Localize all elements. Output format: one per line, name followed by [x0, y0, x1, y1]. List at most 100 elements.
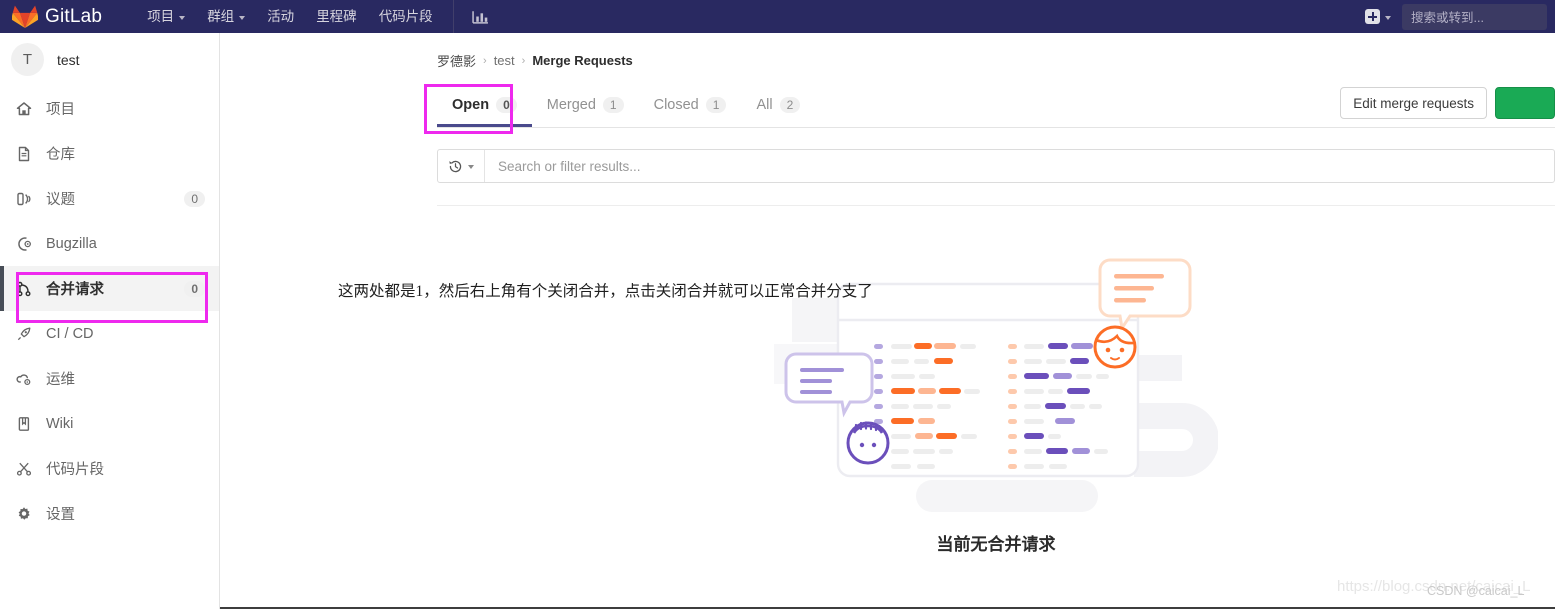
gitlab-fox-logo[interactable] — [12, 4, 38, 29]
sidebar-item-snippets[interactable]: 代码片段 — [0, 446, 219, 491]
scissors-icon — [14, 460, 33, 478]
main-content: 罗德影 › test › Merge Requests Open 0 Merge… — [220, 33, 1555, 609]
sidebar-item-label: 议题 — [46, 192, 75, 208]
tab-actions: Edit merge requests — [1340, 87, 1555, 127]
breadcrumb-project[interactable]: test — [494, 53, 515, 68]
merge-request-icon — [14, 280, 33, 298]
recent-searches-button[interactable] — [438, 150, 485, 182]
topnav-link-snippets[interactable]: 代码片段 — [368, 0, 444, 33]
sidebar-item-operations[interactable]: 运维 — [0, 356, 219, 401]
new-merge-request-button[interactable] — [1495, 87, 1555, 119]
new-item-button[interactable] — [1357, 0, 1399, 33]
rocket-icon — [14, 325, 33, 343]
history-icon — [449, 160, 462, 172]
project-avatar: T — [11, 43, 44, 76]
breadcrumb-current: Merge Requests — [532, 53, 633, 68]
tab-merged[interactable]: Merged 1 — [532, 83, 639, 127]
breadcrumb-separator: › — [521, 54, 526, 67]
top-navbar: GitLab 项目 群组 活动 里程碑 代码片段 搜索或转到... — [0, 0, 1555, 33]
issues-icon — [14, 190, 33, 208]
sidebar-item-merge-requests[interactable]: 合并请求 0 — [0, 266, 219, 311]
sidebar-item-repository[interactable]: 仓库 — [0, 131, 219, 176]
sidebar-item-ci-cd[interactable]: CI / CD — [0, 311, 219, 356]
sidebar-item-settings[interactable]: 设置 — [0, 491, 219, 536]
avatar-letter: T — [22, 51, 33, 68]
sidebar-item-count: 0 — [184, 280, 205, 297]
breadcrumb-separator: › — [483, 54, 487, 67]
filter-row: Search or filter results... — [437, 149, 1555, 183]
topnav-link-milestones[interactable]: 里程碑 — [305, 0, 368, 33]
home-icon — [14, 100, 33, 118]
empty-state-title: 当前无合并请求 — [936, 535, 1056, 554]
content-inner: 罗德影 › test › Merge Requests Open 0 Merge… — [437, 33, 1555, 554]
sidebar-item-project[interactable]: 项目 — [0, 86, 219, 131]
breadcrumb: 罗德影 › test › Merge Requests — [437, 33, 1555, 70]
chevron-down-icon — [468, 165, 474, 169]
edit-merge-requests-button[interactable]: Edit merge requests — [1340, 87, 1487, 119]
topnav-link-activity[interactable]: 活动 — [256, 0, 305, 33]
topnav-link-label: 群组 — [207, 9, 235, 24]
tab-open[interactable]: Open 0 — [437, 83, 532, 127]
empty-state: 当前无合并请求 — [437, 258, 1555, 555]
topnav-link-label: 活动 — [267, 9, 295, 24]
sidebar-item-label: 仓库 — [46, 147, 75, 163]
topnav-link-label: 代码片段 — [378, 9, 433, 24]
sidebar-item-bugzilla[interactable]: Bugzilla — [0, 221, 219, 266]
global-search-placeholder: 搜索或转到... — [1411, 11, 1484, 25]
merge-request-state-tabs: Open 0 Merged 1 Closed 1 All 2 Edit merg… — [437, 82, 1555, 128]
annotation-text: 这两处都是1，然后右上角有个关闭合并，点击关闭合并就可以正常合并分支了 — [338, 283, 873, 300]
bug-gear-icon — [14, 235, 33, 253]
cloud-gear-icon — [14, 370, 33, 388]
brand-name: GitLab — [45, 5, 103, 27]
sidebar-item-label: Bugzilla — [46, 235, 97, 252]
topnav-link-projects[interactable]: 项目 — [136, 0, 196, 33]
sidebar-item-label: Wiki — [46, 415, 74, 432]
analytics-button[interactable] — [463, 8, 498, 25]
tab-label: Closed — [653, 97, 699, 113]
avatar-face-purple — [846, 421, 890, 465]
watermark-credit: CSDN @caicai_L — [1427, 584, 1525, 598]
document-icon — [14, 145, 33, 163]
chevron-down-icon — [239, 15, 246, 20]
tab-closed[interactable]: Closed 1 — [639, 83, 742, 127]
tab-count: 1 — [705, 97, 727, 113]
breadcrumb-owner[interactable]: 罗德影 — [437, 51, 476, 70]
topnav-link-groups[interactable]: 群组 — [196, 0, 256, 33]
project-header[interactable]: T test — [0, 33, 219, 86]
plus-square-icon — [1365, 9, 1380, 24]
project-name: test — [57, 51, 80, 68]
filter-input-placeholder[interactable]: Search or filter results... — [485, 159, 641, 174]
search-filter-bar[interactable]: Search or filter results... — [437, 149, 1555, 183]
sidebar-item-label: 运维 — [46, 372, 75, 388]
book-icon — [14, 415, 33, 433]
sidebar-item-issues[interactable]: 议题 0 — [0, 176, 219, 221]
divider — [452, 0, 454, 33]
sidebar-item-wiki[interactable]: Wiki — [0, 401, 219, 446]
chevron-down-icon — [179, 15, 186, 20]
sidebar-item-label: 设置 — [46, 507, 75, 523]
topnav-link-label: 里程碑 — [316, 9, 357, 24]
project-sidebar: T test 项目 仓库 议题 0 Bugzilla 合并请求 0 CI / C… — [0, 33, 220, 609]
sidebar-item-label: 合并请求 — [46, 282, 104, 298]
avatar-face-orange — [1093, 325, 1137, 369]
tab-count: 1 — [602, 97, 624, 113]
topnav-right: 搜索或转到... — [1357, 0, 1555, 33]
tab-count: 0 — [496, 97, 517, 113]
chevron-down-icon — [1385, 15, 1391, 20]
gear-icon — [14, 505, 33, 523]
tab-label: Merged — [546, 97, 596, 113]
divider — [437, 205, 1555, 206]
chart-icon — [472, 11, 488, 24]
tab-all[interactable]: All 2 — [741, 83, 815, 127]
topnav-links: 项目 群组 活动 里程碑 代码片段 — [136, 0, 498, 33]
global-search-input[interactable]: 搜索或转到... — [1402, 3, 1547, 30]
sidebar-item-label: 项目 — [46, 102, 75, 118]
tab-count: 2 — [779, 97, 801, 113]
tab-label: All — [756, 97, 773, 113]
sidebar-item-label: CI / CD — [46, 325, 94, 342]
tab-label: Open — [452, 97, 490, 113]
gitlab-merge-requests-page: GitLab 项目 群组 活动 里程碑 代码片段 搜索或转到... T test… — [0, 0, 1555, 609]
sidebar-item-count: 0 — [184, 190, 205, 207]
topnav-link-label: 项目 — [147, 9, 175, 24]
sidebar-item-label: 代码片段 — [46, 462, 104, 478]
